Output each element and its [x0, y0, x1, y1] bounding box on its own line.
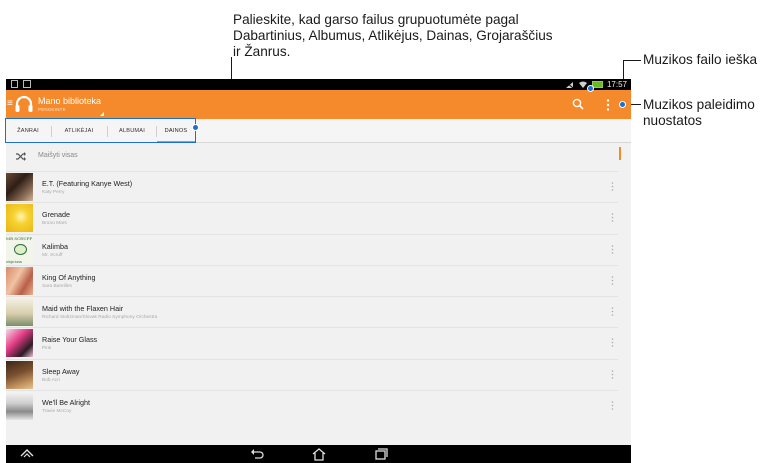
album-art-text: MR SCRUFF	[6, 235, 33, 241]
search-icon[interactable]	[572, 98, 584, 110]
song-row[interactable]: Grenade Bruno Mars	[6, 202, 618, 233]
notification-icon	[11, 80, 18, 88]
shuffle-all-row[interactable]: Maišyti visas	[6, 144, 618, 170]
song-title: We'll Be Alright	[42, 398, 90, 408]
callout-settings-dot	[619, 101, 626, 108]
headphones-icon[interactable]	[14, 95, 34, 113]
song-title: Grenade	[42, 210, 70, 220]
song-artist: Bob Acri	[42, 377, 60, 383]
scrollbar-thumb[interactable]	[619, 147, 621, 160]
song-menu-icon[interactable]	[611, 401, 614, 410]
shuffle-all-label: Maišyti visas	[38, 152, 78, 159]
navigation-bar	[6, 445, 631, 463]
callout-tabs-text: Palieskite, kad garso failus grupuotumėt…	[233, 12, 553, 59]
album-art	[6, 266, 33, 295]
song-menu-icon[interactable]	[611, 213, 614, 223]
song-menu-icon[interactable]	[611, 338, 614, 348]
song-row[interactable]: MR SCRUFF ninja tuna Kalimba Mr. Scruff	[6, 233, 618, 265]
song-list: E.T. (Featuring Kanye West) Katy Perry G…	[6, 171, 618, 421]
action-bar: ≡ Mano biblioteka PENOKINTE	[6, 90, 631, 119]
song-artist: Travie McCoy	[42, 409, 72, 415]
tabs-callout-box	[5, 118, 196, 143]
callout-tabs-dot	[192, 124, 199, 131]
back-icon[interactable]	[250, 448, 264, 460]
song-title: Kalimba	[42, 241, 68, 251]
song-row[interactable]: We'll Be Alright Travie McCoy	[6, 390, 618, 421]
song-artist: Mr. Scruff	[42, 252, 63, 258]
song-artist: Pink	[42, 346, 52, 352]
shuffle-icon	[16, 152, 26, 161]
album-art-text: ninja tuna	[6, 259, 22, 264]
song-row[interactable]: Raise Your Glass Pink	[6, 327, 618, 358]
song-title: Maid with the Flaxen Hair	[42, 304, 124, 314]
recent-apps-icon[interactable]	[375, 448, 388, 460]
album-art-shape	[14, 243, 27, 255]
album-art: MR SCRUFF ninja tuna	[6, 235, 33, 264]
song-artist: Bruno Mars	[42, 221, 67, 227]
overflow-menu-icon[interactable]	[606, 99, 610, 111]
hide-navbar-icon[interactable]	[20, 448, 34, 458]
song-row[interactable]: Maid with the Flaxen Hair Richard Stoltz…	[6, 296, 618, 327]
song-row[interactable]: Sleep Away Bob Acri	[6, 358, 618, 390]
library-title[interactable]: Mano biblioteka	[38, 96, 101, 106]
callout-search-text: Muzikos failo ieška	[643, 52, 758, 67]
no-signal-icon	[565, 81, 574, 88]
song-artist: Richard Stoltzman/Slovak Radio Symphony …	[42, 315, 158, 321]
song-menu-icon[interactable]	[611, 276, 614, 285]
song-title: Sleep Away	[42, 366, 80, 376]
menu-icon[interactable]: ≡	[7, 99, 13, 109]
song-menu-icon[interactable]	[611, 369, 614, 379]
status-time: 17:57	[606, 80, 627, 89]
status-bar: 17:57	[6, 79, 631, 90]
home-icon[interactable]	[312, 448, 326, 461]
callout-settings-text: Muzikos paleidimo nuostatos	[643, 97, 755, 128]
song-artist: Katy Perry	[42, 190, 65, 195]
song-title: E.T. (Featuring Kanye West)	[42, 179, 133, 188]
album-art	[6, 298, 33, 327]
album-art	[6, 173, 33, 201]
song-row[interactable]: E.T. (Featuring Kanye West) Katy Perry	[6, 171, 618, 202]
library-subtitle: PENOKINTE	[38, 107, 66, 112]
song-menu-icon[interactable]	[611, 307, 614, 316]
callout-search-dot	[587, 85, 594, 92]
callout-search-line-h	[623, 60, 641, 61]
song-menu-icon[interactable]	[611, 182, 614, 191]
song-title: King Of Anything	[42, 272, 96, 282]
album-art	[6, 204, 33, 233]
song-artist: Sara Bareilles	[42, 283, 72, 289]
song-title: Raise Your Glass	[42, 335, 98, 345]
album-art	[6, 360, 33, 389]
song-row[interactable]: King Of Anything Sara Bareilles	[6, 264, 618, 296]
spinner-caret-icon	[100, 112, 104, 116]
gallery-notification-icon	[23, 80, 31, 88]
album-art	[6, 329, 33, 358]
album-art	[6, 392, 33, 421]
song-menu-icon[interactable]	[611, 244, 614, 254]
